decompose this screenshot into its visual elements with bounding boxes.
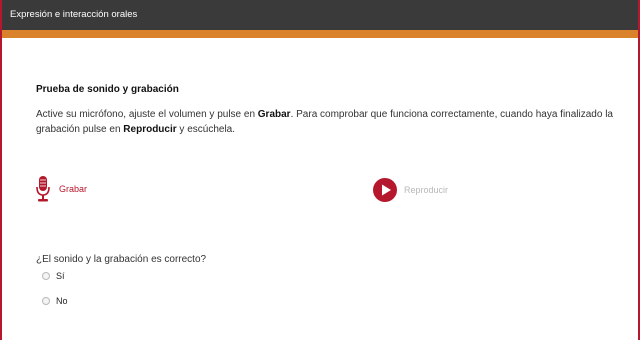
radio-si[interactable] [42, 272, 50, 280]
instructions-part1: Active su micrófono, ajuste el volumen y… [36, 109, 258, 120]
window-title: Expresión e interacción orales [10, 9, 138, 20]
option-no[interactable]: No [42, 296, 68, 306]
record-button[interactable]: Grabar [36, 176, 87, 202]
record-label: Grabar [59, 184, 88, 194]
question-text: ¿El sonido y la grabación es correcto? [36, 254, 207, 265]
instructions-part3: y escúchela. [176, 124, 236, 135]
app-frame [0, 0, 640, 340]
play-label: Reproducir [404, 185, 449, 195]
play-icon [373, 178, 397, 202]
instructions-play-word: Reproducir [123, 124, 177, 135]
instructions-text: Active su micrófono, ajuste el volumen y… [36, 107, 626, 137]
section-title: Prueba de sonido y grabación [36, 84, 179, 95]
window-title-bar: Expresión e interacción orales [0, 0, 640, 30]
option-no-label: No [56, 296, 68, 306]
accent-bar [0, 30, 640, 38]
option-si-label: Sí [56, 271, 65, 281]
microphone-icon [36, 176, 50, 202]
instructions-record-word: Grabar [257, 109, 291, 120]
play-button[interactable]: Reproducir [373, 178, 448, 202]
option-si[interactable]: Sí [42, 271, 65, 281]
main-content: Prueba de sonido y grabación Active su m… [36, 84, 626, 137]
radio-no[interactable] [42, 297, 50, 305]
